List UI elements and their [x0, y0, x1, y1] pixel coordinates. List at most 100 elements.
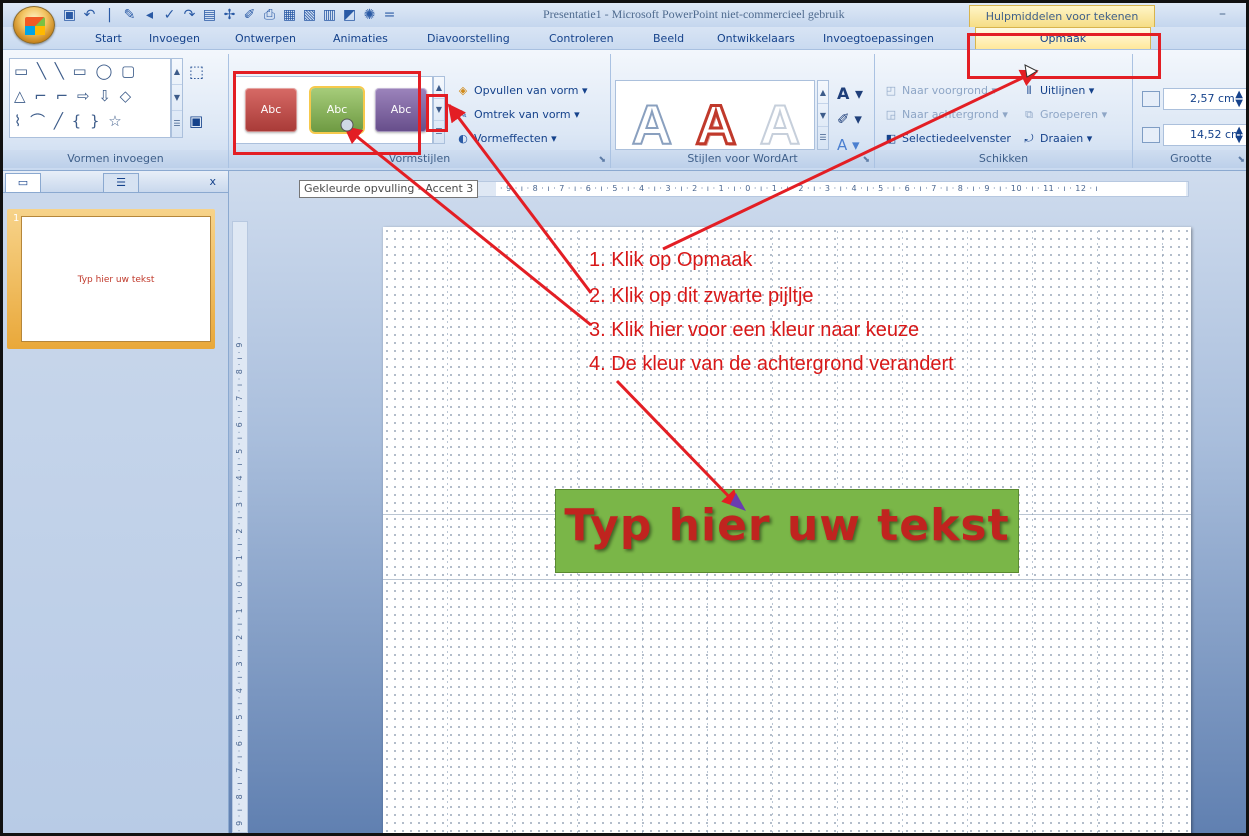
tab-outline[interactable]: ☰ [103, 173, 139, 192]
group-label: Stijlen voor WordArt [611, 150, 874, 168]
context-tab-header: Hulpmiddelen voor tekenen [969, 5, 1155, 27]
shapes-gallery[interactable]: ▭ ╲ ╲ ▭ ◯ ▢ △ ⌐ ⌐ ⇨ ⇩ ◇ ⌇ ⌒ ╱ { } ☆ [9, 58, 171, 138]
qat-more[interactable]: = [381, 7, 398, 24]
group-wordart: A A A ▲ ▼ ☰ A ▾ ✐ ▾ A ▾ Stijlen voor WordA… [611, 54, 875, 168]
separator-text: | [107, 6, 112, 23]
edit-icon[interactable]: ✎ [121, 7, 138, 24]
table-icon[interactable]: ▦ [281, 7, 298, 24]
group-icon: ⧉ [1025, 108, 1033, 121]
tab-invoegtoepassingen[interactable]: Invoegtoepassingen [823, 30, 934, 48]
tab-animaties[interactable]: Animaties [333, 30, 388, 48]
vertical-ruler: · 9 · ı · 8 · ı · 7 · ı · 6 · ı · 5 · ı … [232, 221, 248, 833]
selection-pane-icon: ◧ [885, 132, 897, 145]
slide-thumbnail-selected[interactable]: 1 Typ hier uw tekst [7, 209, 215, 349]
scroll-down-icon[interactable]: ▼ [818, 104, 828, 127]
spinner-icon[interactable]: ▲ ▼ [1235, 90, 1243, 109]
tab-ontwerpen[interactable]: Ontwerpen [235, 30, 296, 48]
text-shape[interactable]: Typ hier uw tekst [555, 489, 1019, 573]
macro-icon[interactable]: ✺ [361, 7, 378, 24]
scroll-up-icon[interactable]: ▲ [818, 81, 828, 104]
dialog-launcher-icon[interactable]: ⬊ [862, 155, 870, 165]
slides-icon: ▭ [17, 176, 29, 189]
tooltip: Gekleurde opvulling - Accent 3 [299, 180, 479, 198]
office-logo-icon [25, 17, 45, 35]
send-backward-button[interactable]: ◲ Naar achtergrond ▾ [883, 108, 1008, 121]
tab-start[interactable]: Start [95, 30, 122, 48]
selection-pane-button[interactable]: ◧ Selectiedeelvenster [883, 132, 1011, 145]
open-icon[interactable]: ▤ [201, 7, 218, 24]
paint-bucket-icon: ◈ [458, 84, 468, 97]
new-icon[interactable]: ✢ [221, 7, 238, 24]
text-shape-content[interactable]: Typ hier uw tekst [556, 500, 1018, 551]
shape-width-field[interactable]: 14,52 cm ▲ ▼ [1142, 124, 1246, 146]
shape-icon[interactable]: ◩ [341, 7, 358, 24]
save-icon[interactable]: ▣ [61, 7, 78, 24]
gallery-more-icon[interactable]: ☰ [172, 111, 182, 137]
chart-icon[interactable]: ▥ [321, 7, 338, 24]
slides-panel: ▭ ☰ x 1 Typ hier uw tekst [3, 171, 229, 833]
powerpoint-window: ▣ ↶ | ✎ ◂ ✓ ↷ ▤ ✢ ✐ ⎙ ▦ ▧ ▥ ◩ ✺ = Presen… [0, 0, 1249, 836]
edit-shape-icon[interactable]: ⬚ [189, 62, 204, 81]
dialog-launcher-icon[interactable]: ⬊ [1237, 155, 1245, 165]
wordart-gallery-scroll[interactable]: ▲ ▼ ☰ [817, 80, 829, 150]
wordart-style-light[interactable]: A [751, 95, 809, 155]
scroll-up-icon[interactable]: ▲ [172, 59, 182, 85]
wordart-style-outline[interactable]: A [623, 95, 681, 155]
group-label: Schikken [875, 150, 1132, 168]
text-outline-icon[interactable]: ✐ ▾ [837, 110, 862, 128]
ruler-scale: · 9 · ı · 8 · ı · 7 · ı · 6 · ı · 5 · ı … [235, 335, 244, 832]
minimize-button[interactable]: – [1219, 6, 1226, 22]
gallery-more-icon[interactable]: ☰ [818, 127, 828, 149]
tab-diavoorstelling[interactable]: Diavoorstelling [427, 30, 510, 48]
dialog-launcher-icon[interactable]: ⬊ [598, 155, 606, 165]
shapes-gallery-scroll[interactable]: ▲ ▼ ☰ [171, 58, 183, 138]
instruction-step-3: 3. Klik hier voor een kleur naar keuze [589, 319, 920, 341]
effects-button[interactable]: ◐ Vormeffecten ▾ [455, 132, 557, 145]
width-icon [1142, 127, 1160, 143]
bring-forward-button[interactable]: ◰ Naar voorgrond ▾ [883, 84, 997, 97]
group-vormen-invoegen: ▭ ╲ ╲ ▭ ◯ ▢ △ ⌐ ⌐ ⇨ ⇩ ◇ ⌇ ⌒ ╱ { } ☆ ▲ ▼ ☰ … [3, 54, 229, 168]
instruction-step-2: 2. Klik op dit zwarte pijltje [589, 285, 814, 307]
spinner-icon[interactable]: ▲ ▼ [1235, 126, 1243, 145]
bring-forward-icon: ◰ [885, 84, 897, 97]
panel-close-button[interactable]: x [209, 175, 216, 188]
effects-icon: ◐ [458, 132, 468, 145]
title-bar: ▣ ↶ | ✎ ◂ ✓ ↷ ▤ ✢ ✐ ⎙ ▦ ▧ ▥ ◩ ✺ = Presen… [3, 3, 1246, 27]
group-button[interactable]: ⧉ Groeperen ▾ [1021, 108, 1107, 122]
align-icon[interactable]: ◂ [141, 7, 158, 24]
rotate-icon: ⤾ [1024, 132, 1034, 145]
picture-icon[interactable]: ▧ [301, 7, 318, 24]
tab-beeld[interactable]: Beeld [653, 30, 684, 48]
shape-height-field[interactable]: 2,57 cm ▲ ▼ [1142, 88, 1246, 110]
align-icon: ⫴ [1026, 84, 1032, 97]
pencil-icon: ✎ [458, 108, 468, 121]
tab-ontwikkelaars[interactable]: Ontwikkelaars [717, 30, 795, 48]
undo-icon[interactable]: ↶ [81, 7, 98, 24]
office-button[interactable] [13, 6, 55, 44]
highlight-box-opmaak [967, 33, 1161, 79]
text-fill-icon[interactable]: A ▾ [837, 84, 863, 103]
thumbnail-text: Typ hier uw tekst [77, 275, 155, 285]
textbox-icon[interactable]: ▣ [189, 112, 203, 130]
shape-row[interactable]: ▭ ╲ ╲ ▭ ◯ ▢ [14, 59, 170, 84]
align-button[interactable]: ⫴ Uitlijnen ▾ [1021, 84, 1095, 98]
tab-slides[interactable]: ▭ [5, 173, 41, 192]
slide-canvas[interactable]: 1. Klik op Opmaak 2. Klik op dit zwarte … [383, 227, 1191, 833]
wordart-style-red[interactable]: A [687, 94, 745, 155]
tab-controleren[interactable]: Controleren [549, 30, 614, 48]
shape-row[interactable]: ⌇ ⌒ ╱ { } ☆ [14, 109, 170, 134]
window-title: Presentatie1 - Microsoft PowerPoint niet… [543, 7, 845, 21]
slide-thumbnail[interactable]: Typ hier uw tekst [21, 216, 211, 342]
outline-button[interactable]: ✎ Omtrek van vorm ▾ [455, 108, 579, 121]
redo-icon[interactable]: ↷ [181, 7, 198, 24]
fill-button[interactable]: ◈ Opvullen van vorm ▾ [455, 84, 588, 97]
slide-workspace: · 9 · ı · 8 · ı · 7 · ı · 6 · ı · 5 · ı … [229, 171, 1246, 833]
scroll-down-icon[interactable]: ▼ [172, 85, 182, 111]
rotate-button[interactable]: ⤾ Draaien ▾ [1021, 132, 1092, 146]
spelling-icon[interactable]: ✓ [161, 7, 178, 24]
tab-invoegen[interactable]: Invoegen [149, 30, 200, 48]
format-painter-icon[interactable]: ✐ [241, 7, 258, 24]
shape-row[interactable]: △ ⌐ ⌐ ⇨ ⇩ ◇ [14, 84, 170, 109]
instruction-step-1: 1. Klik op Opmaak [589, 249, 753, 271]
print-icon[interactable]: ⎙ [261, 7, 278, 24]
